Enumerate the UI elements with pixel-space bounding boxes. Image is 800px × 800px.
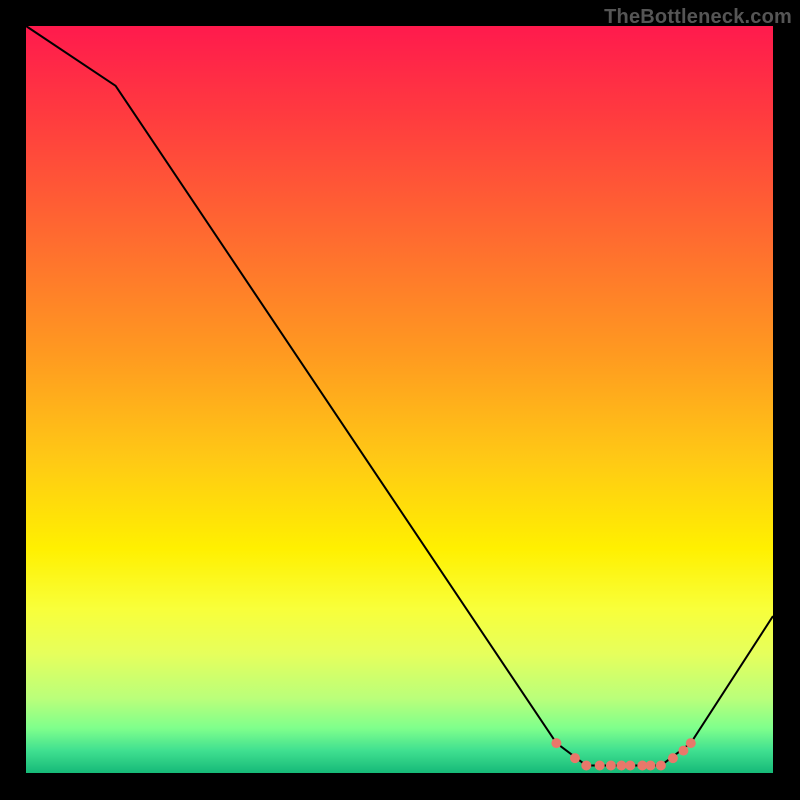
threshold-marker [581,761,591,771]
bottleneck-chart [0,0,800,800]
threshold-marker [595,761,605,771]
threshold-marker [616,761,626,771]
threshold-marker [646,761,656,771]
chart-plot-bg [26,26,773,773]
threshold-marker [668,753,678,763]
threshold-marker [551,738,561,748]
watermark-text: TheBottleneck.com [604,6,792,29]
threshold-marker [678,746,688,756]
threshold-marker [570,753,580,763]
threshold-marker [656,761,666,771]
threshold-marker [606,761,616,771]
threshold-marker [625,761,635,771]
threshold-marker [686,738,696,748]
chart-container: TheBottleneck.com [0,0,800,800]
